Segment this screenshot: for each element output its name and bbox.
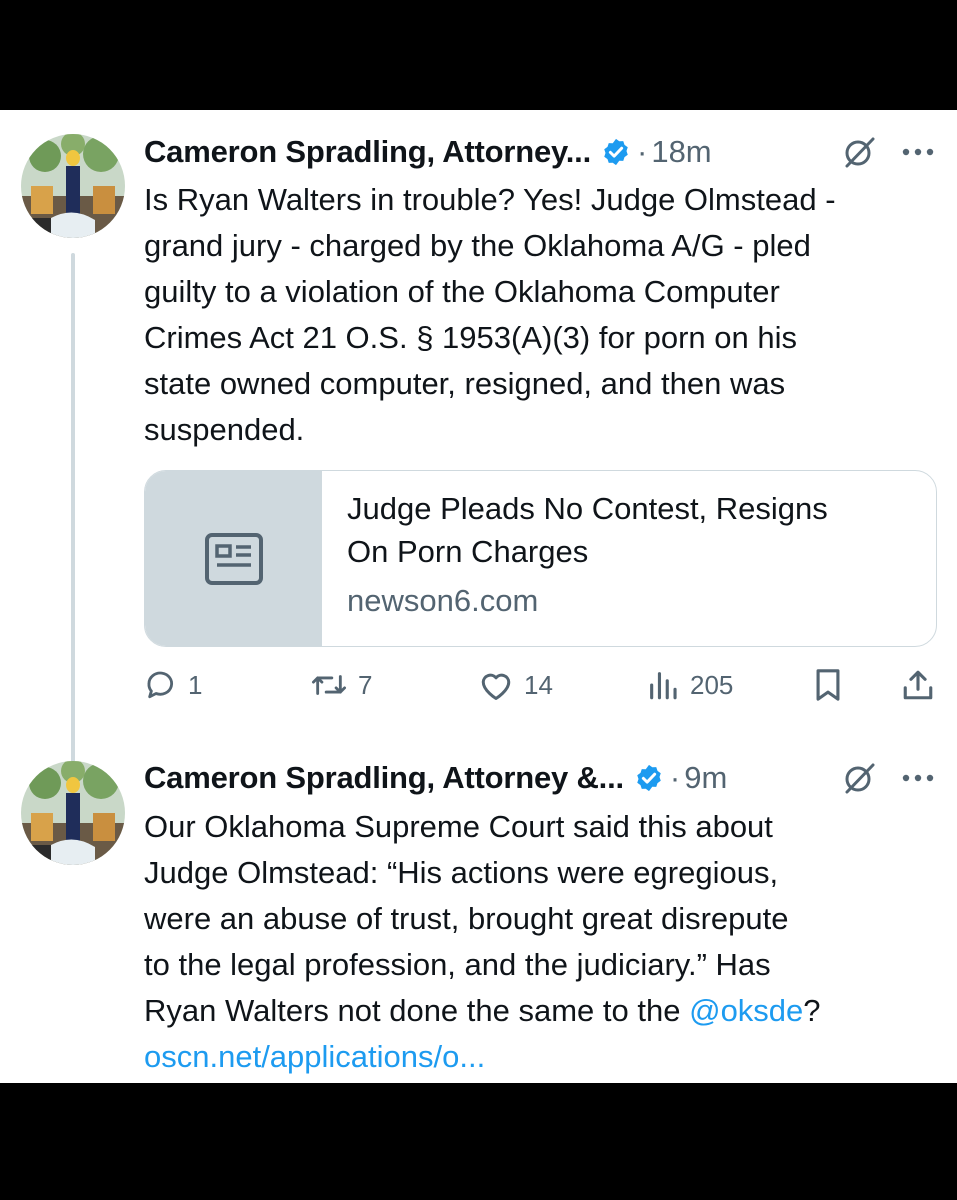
reply-button[interactable]: 1 [144, 665, 202, 705]
tweet-time[interactable]: 9m [684, 760, 727, 796]
tweet-text-line: were an abuse of trust, brought great di… [144, 901, 789, 936]
avatar[interactable] [21, 761, 125, 865]
views-button[interactable]: 205 [646, 665, 733, 705]
thread-panel: Cameron Spradling, Attorney... · 18m Is … [0, 110, 957, 1083]
url-link[interactable]: oscn.net/applications/o... [144, 1034, 934, 1080]
grok-icon[interactable] [843, 761, 877, 795]
like-icon [481, 673, 511, 700]
tweet-header: Cameron Spradling, Attorney... · 18m [144, 130, 712, 174]
reply-count: 1 [188, 669, 203, 700]
view-count: 205 [690, 669, 734, 700]
tweet-text-line: to the legal profession, and the judicia… [144, 947, 771, 982]
tweet-text-line: suspended. [144, 412, 305, 447]
avatar[interactable] [21, 134, 125, 238]
tweet-text-line: grand jury - charged by the Oklahoma A/G… [144, 228, 811, 263]
like-count: 14 [524, 669, 553, 700]
separator-dot: · [669, 760, 681, 795]
tweet-text-line: Judge Olmstead: “His actions were egregi… [144, 855, 779, 890]
letterbox-top [0, 0, 957, 110]
share-button[interactable] [902, 665, 934, 705]
grok-icon[interactable] [843, 135, 877, 169]
bookmark-button[interactable] [813, 665, 843, 705]
tweet-text-line: Our Oklahoma Supreme Court said this abo… [144, 809, 773, 844]
card-title: Judge Pleads No Contest, Resigns On Porn… [347, 487, 828, 573]
card-domain: newson6.com [347, 583, 539, 618]
tweet-text-segment: ? [803, 993, 821, 1028]
tweet-text-line: Crimes Act 21 O.S. § 1953(A)(3) for porn… [144, 320, 797, 355]
views-icon [650, 672, 677, 700]
tweet-text-line: state owned computer, resigned, and then… [144, 366, 786, 401]
tweet-text-segment: Ryan Walters not done the same to the [144, 993, 690, 1028]
share-icon [903, 670, 933, 700]
repost-icon [311, 675, 346, 695]
article-icon [204, 532, 263, 585]
author-name[interactable]: Cameron Spradling, Attorney &... [144, 760, 624, 796]
verified-badge-icon [604, 138, 628, 166]
card-thumbnail [145, 471, 322, 646]
letterbox-bottom [0, 1083, 957, 1200]
bookmark-icon [816, 669, 840, 701]
tweet-actions: 1 7 14 205 [144, 665, 937, 705]
repost-button[interactable]: 7 [310, 665, 372, 705]
reply-icon [147, 671, 174, 699]
more-icon[interactable] [901, 147, 935, 157]
tweet-text: Our Oklahoma Supreme Court said this abo… [144, 804, 934, 1080]
tweet-text-line: guilty to a violation of the Oklahoma Co… [144, 274, 780, 309]
author-name[interactable]: Cameron Spradling, Attorney... [144, 134, 591, 170]
verified-badge-icon [637, 764, 661, 792]
card-title-line: On Porn Charges [347, 534, 589, 569]
card-title-line: Judge Pleads No Contest, Resigns [347, 491, 828, 526]
more-icon[interactable] [901, 773, 935, 783]
card-body: Judge Pleads No Contest, Resigns On Porn… [322, 471, 828, 646]
tweet-time[interactable]: 18m [651, 134, 711, 170]
separator-dot: · [637, 134, 648, 169]
mention-link[interactable]: @oksde [689, 993, 803, 1028]
tweet-text-line: Ryan Walters not done the same to the @o… [144, 988, 934, 1034]
repost-count: 7 [358, 669, 373, 700]
tweet-text-line: Is Ryan Walters in trouble? Yes! Judge O… [144, 182, 836, 217]
like-button[interactable]: 14 [478, 665, 553, 705]
tweet-text: Is Ryan Walters in trouble? Yes! Judge O… [144, 177, 934, 453]
tweet-header: Cameron Spradling, Attorney &... · 9m [144, 756, 727, 800]
link-preview-card[interactable]: Judge Pleads No Contest, Resigns On Porn… [144, 470, 937, 647]
